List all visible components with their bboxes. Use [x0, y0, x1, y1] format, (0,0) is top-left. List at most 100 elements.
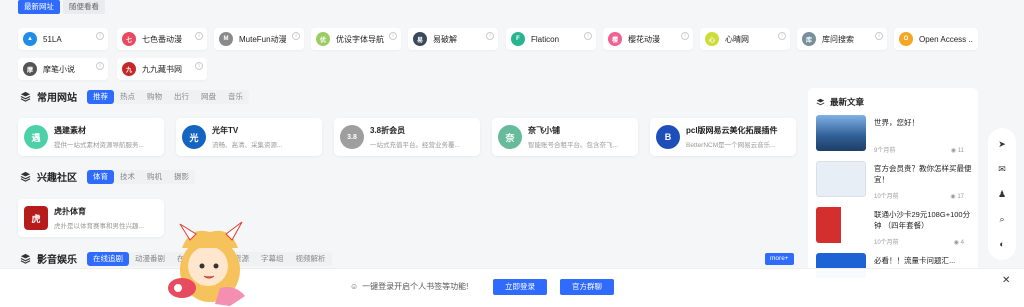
- quick-link-label: 心晴网: [725, 34, 749, 44]
- login-prompt: ☺ 一键登录开启个人书签等功能!: [350, 281, 468, 292]
- site-card[interactable]: 3.8 3.8折会员 一站式充值平台。经营业务覆...: [334, 118, 480, 156]
- layers-icon: [816, 98, 825, 105]
- info-icon[interactable]: i: [292, 32, 300, 40]
- tab-video-parse[interactable]: 视频解析: [290, 252, 332, 266]
- article-title[interactable]: 世界，您好！: [874, 117, 974, 128]
- article-item[interactable]: 官方会员贵？教你怎样买最便宜！ 10个月前 ◉ 17: [816, 161, 972, 204]
- info-icon[interactable]: i: [195, 62, 203, 70]
- article-title[interactable]: 必看！！流量卡问题汇...: [874, 255, 974, 266]
- side-toolbar: ➤ ✉ ♟ ⌕ ◐: [988, 128, 1016, 260]
- tab-cloud-drive[interactable]: 网盘: [195, 90, 222, 104]
- site-name: 虎扑体育: [54, 207, 86, 216]
- tab-phones[interactable]: 购机: [141, 170, 168, 184]
- tab-dramas[interactable]: 在线追剧: [87, 251, 129, 266]
- smile-icon: ☺: [350, 282, 359, 291]
- group-chat-button[interactable]: 官方群聊: [560, 279, 614, 295]
- theme-icon[interactable]: ◐: [996, 238, 1008, 250]
- quick-link[interactable]: F Flaticon i: [506, 28, 596, 50]
- site-logo-icon: 七: [122, 32, 136, 46]
- eye-icon: ◉: [950, 148, 958, 154]
- quick-link-label: Open Access ...: [919, 34, 973, 44]
- quick-link[interactable]: 库 库问搜索 i: [797, 28, 887, 50]
- article-date: 9个月前: [874, 148, 896, 154]
- info-icon[interactable]: i: [96, 62, 104, 70]
- quick-link-label: 九九藏书网: [142, 64, 182, 74]
- qq-icon[interactable]: ♟: [996, 188, 1008, 200]
- tab-tech[interactable]: 技术: [114, 170, 141, 184]
- tab-hot[interactable]: 热点: [114, 90, 141, 104]
- quick-link[interactable]: 摩 摩笔小说 i: [18, 58, 108, 80]
- tab-photography[interactable]: 摄影: [168, 170, 195, 184]
- site-name: pcl版网易云美化拓展插件: [686, 126, 778, 135]
- quick-link-label: 摩笔小说: [43, 64, 75, 74]
- quick-link-label: Flaticon: [531, 34, 560, 44]
- tab-subtitles[interactable]: 字幕组: [255, 252, 290, 266]
- section-tabs: 体育 技术 购机 摄影: [87, 169, 195, 184]
- close-icon[interactable]: ✕: [1002, 275, 1010, 286]
- site-card[interactable]: 奈 奈飞小铺 智能账号合租平台。包含奈飞...: [492, 118, 638, 156]
- section-title: 常用网站: [37, 93, 77, 104]
- quick-link-label: 樱花动漫: [628, 34, 660, 44]
- quick-link[interactable]: 七 七色番动漫 i: [117, 28, 207, 50]
- info-icon[interactable]: i: [778, 32, 786, 40]
- site-card[interactable]: 光 光年TV 流畅、高清、采集资源...: [176, 118, 322, 156]
- tab-sports[interactable]: 体育: [87, 169, 114, 184]
- site-desc: 提供一站式素材资源导航服务...: [54, 142, 144, 149]
- tab-recommend[interactable]: 推荐: [87, 89, 114, 104]
- site-logo-icon: 摩: [23, 62, 37, 76]
- site-card[interactable]: 遇 遇建素材 提供一站式素材资源导航服务...: [18, 118, 164, 156]
- quick-link[interactable]: 九 九九藏书网 i: [117, 58, 207, 80]
- login-prompt-text: 一键登录开启个人书签等功能!: [362, 282, 469, 291]
- site-desc: 虎扑是以体育赛事和男性兴趣...: [54, 223, 144, 230]
- top-tabs: 最新网址 随便看看: [18, 0, 105, 14]
- info-icon[interactable]: i: [195, 32, 203, 40]
- latest-articles-panel: 最新文章 世界，您好！ 9个月前 ◉ 11 官方会员贵？教你怎样买最便宜！ 10…: [808, 88, 978, 278]
- quick-link[interactable]: M MuteFun动漫 i: [214, 28, 304, 50]
- site-desc: BetterNCM是一个网易云音乐...: [686, 142, 776, 149]
- site-card[interactable]: B pcl版网易云美化拓展插件 BetterNCM是一个网易云音乐...: [650, 118, 796, 156]
- site-logo-icon: 光: [182, 125, 206, 149]
- site-logo-icon: 易: [413, 32, 427, 46]
- quick-link[interactable]: O Open Access ...: [894, 28, 978, 50]
- article-title[interactable]: 官方会员贵？教你怎样买最便宜！: [874, 163, 974, 185]
- tab-travel[interactable]: 出行: [168, 90, 195, 104]
- 51la-icon: ▲: [23, 32, 37, 46]
- quick-link-label: MuteFun动漫: [239, 34, 287, 44]
- tab-shopping[interactable]: 购物: [141, 90, 168, 104]
- site-card[interactable]: 虎 虎扑体育 虎扑是以体育赛事和男性兴趣...: [18, 199, 164, 237]
- tab-latest[interactable]: 最新网址: [18, 0, 60, 14]
- site-name: 3.8折会员: [370, 126, 406, 135]
- tab-random[interactable]: 随便看看: [63, 0, 105, 14]
- info-icon[interactable]: i: [875, 32, 883, 40]
- eye-icon: ◉: [953, 240, 961, 246]
- quick-link[interactable]: 易 易破解 i: [408, 28, 498, 50]
- tab-music[interactable]: 音乐: [222, 90, 249, 104]
- quick-link[interactable]: 优 优设字体导航 i: [311, 28, 401, 50]
- quick-link[interactable]: ▲ 51LA i: [18, 28, 108, 50]
- site-desc: 一站式充值平台。经营业务覆...: [370, 142, 460, 149]
- article-item[interactable]: 世界，您好！ 9个月前 ◉ 11: [816, 115, 970, 158]
- info-icon[interactable]: i: [389, 32, 397, 40]
- search-icon[interactable]: ⌕: [996, 213, 1008, 225]
- send-icon[interactable]: ➤: [996, 138, 1008, 150]
- info-icon[interactable]: i: [584, 32, 592, 40]
- article-date: 10个月前: [874, 194, 899, 200]
- info-icon[interactable]: i: [96, 32, 104, 40]
- more-button[interactable]: more+: [765, 253, 794, 265]
- site-logo-icon: 优: [316, 32, 330, 46]
- info-icon[interactable]: i: [681, 32, 689, 40]
- article-thumbnail: [816, 207, 866, 243]
- wechat-icon[interactable]: ✉: [996, 163, 1008, 175]
- article-date: 10个月前: [874, 240, 899, 246]
- site-logo-icon: 奈: [498, 125, 522, 149]
- info-icon[interactable]: i: [486, 32, 494, 40]
- site-desc: 智能账号合租平台。包含奈飞...: [528, 142, 618, 149]
- quick-link[interactable]: 樱 樱花动漫 i: [603, 28, 693, 50]
- site-logo-icon: 心: [705, 32, 719, 46]
- login-button[interactable]: 立即登录: [493, 279, 547, 295]
- site-name: 遇建素材: [54, 126, 86, 135]
- article-title[interactable]: 联通小沙卡29元108G+100分钟 （四年套餐）: [874, 209, 974, 231]
- site-logo-icon: 库: [802, 32, 816, 46]
- quick-link[interactable]: 心 心晴网 i: [700, 28, 790, 50]
- article-item[interactable]: 联通小沙卡29元108G+100分钟 （四年套餐） 10个月前 ◉ 4: [816, 207, 970, 250]
